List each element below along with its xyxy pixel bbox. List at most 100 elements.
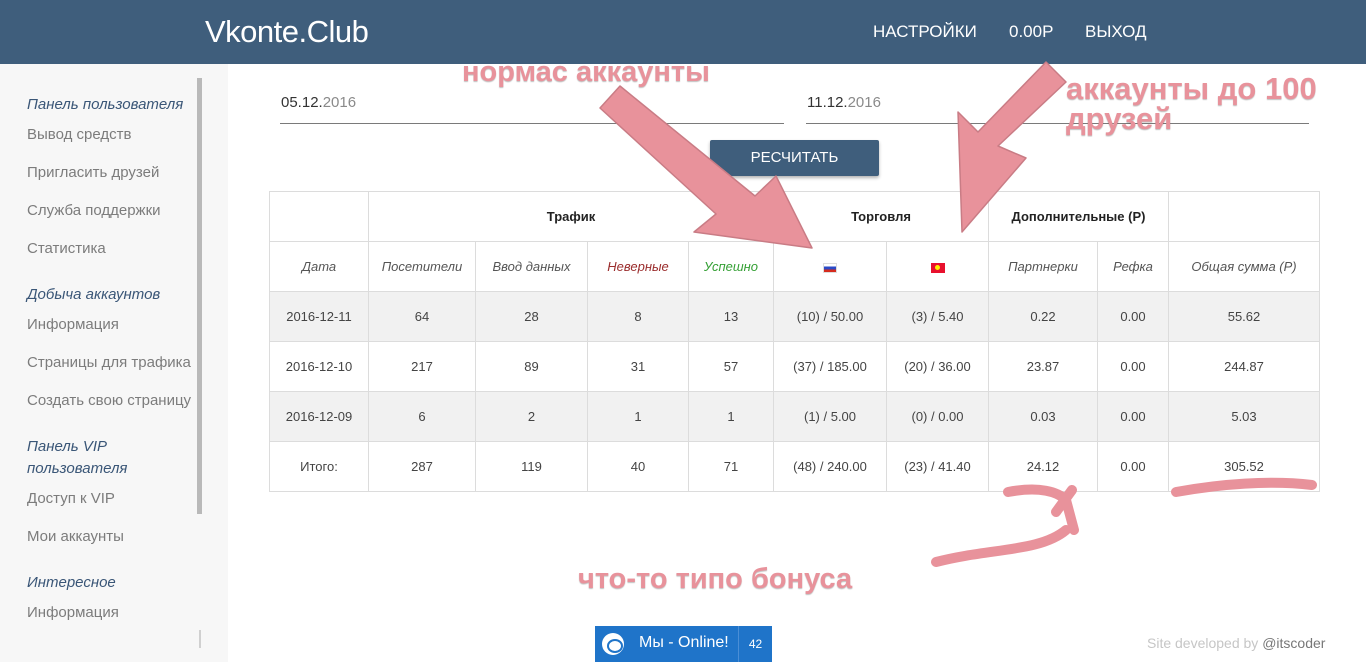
table-row-total: Итого: 287 119 40 71 (48) / 240.00 (23) … bbox=[269, 441, 1320, 492]
cell-referral: 0.00 bbox=[1097, 441, 1169, 492]
sidebar-section-vip-title-2: пользователя bbox=[27, 460, 128, 477]
group-header-extra: Дополнительные (Р) bbox=[988, 191, 1169, 242]
cell-referral: 0.00 bbox=[1097, 291, 1169, 342]
cell-date: 2016-12-10 bbox=[269, 341, 369, 392]
cell-total: 244.87 bbox=[1168, 341, 1320, 392]
cell-kg: (3) / 5.40 bbox=[886, 291, 989, 342]
brand-logo[interactable]: Vkonte.Club bbox=[205, 14, 369, 50]
annotation-note-bonus: что-то типо бонуса bbox=[578, 563, 853, 595]
col-kg bbox=[886, 241, 989, 292]
cell-kg: (20) / 36.00 bbox=[886, 341, 989, 392]
date-to-year: 2016 bbox=[847, 94, 881, 111]
cell-visitors: 287 bbox=[368, 441, 476, 492]
cell-kg: (23) / 41.40 bbox=[886, 441, 989, 492]
cell-total: 5.03 bbox=[1168, 391, 1320, 442]
cell-visitors: 217 bbox=[368, 341, 476, 392]
table-row: 2016-12-10 217 89 31 57 (37) / 185.00 (2… bbox=[269, 341, 1320, 392]
cell-invalid: 31 bbox=[587, 341, 689, 392]
cell-total: 55.62 bbox=[1168, 291, 1320, 342]
col-date: Дата bbox=[269, 241, 369, 292]
cell-invalid: 40 bbox=[587, 441, 689, 492]
russia-flag-icon bbox=[823, 262, 837, 273]
annotation-squiggle-arrow bbox=[931, 484, 1079, 567]
top-navbar: Vkonte.Club НАСТРОЙКИ 0.00Р ВЫХОД bbox=[0, 0, 1366, 64]
stats-table: Трафик Торговля Дополнительные (Р) Дата … bbox=[269, 191, 1320, 492]
cell-success: 13 bbox=[688, 291, 774, 342]
table-row: 2016-12-09 6 2 1 1 (1) / 5.00 (0) / 0.00… bbox=[269, 391, 1320, 442]
cell-visitors: 6 bbox=[368, 391, 476, 442]
cell-partners: 0.03 bbox=[988, 391, 1098, 442]
cell-partners: 24.12 bbox=[988, 441, 1098, 492]
cell-data-input: 89 bbox=[475, 341, 588, 392]
cell-success: 57 bbox=[688, 341, 774, 392]
cell-date: 2016-12-09 bbox=[269, 391, 369, 442]
cell-partners: 23.87 bbox=[988, 341, 1098, 392]
cell-ru: (10) / 50.00 bbox=[773, 291, 887, 342]
sidebar-scrollbar[interactable] bbox=[197, 78, 202, 514]
footer-credit: Site developed by @itscoder bbox=[1147, 635, 1325, 651]
annotation-note-good-accounts: нормас аккаунты bbox=[462, 56, 710, 88]
cell-success: 71 bbox=[688, 441, 774, 492]
sidebar-item-info[interactable]: Информация bbox=[27, 316, 119, 333]
col-total: Общая сумма (Р) bbox=[1168, 241, 1320, 292]
nav-balance-link[interactable]: 0.00Р bbox=[1009, 22, 1053, 42]
sidebar-item-invite-friends[interactable]: Пригласить друзей bbox=[27, 164, 159, 181]
credit-prefix: Site developed by bbox=[1147, 635, 1263, 651]
annotation-note-accounts-100: аккаунты до 100 друзей bbox=[1066, 71, 1317, 136]
cell-ru: (1) / 5.00 bbox=[773, 391, 887, 442]
cell-data-input: 119 bbox=[475, 441, 588, 492]
col-referral: Рефка bbox=[1097, 241, 1169, 292]
col-visitors: Посетители bbox=[368, 241, 476, 292]
cell-data-input: 2 bbox=[475, 391, 588, 442]
credit-author-link[interactable]: @itscoder bbox=[1262, 635, 1325, 651]
col-partners: Партнерки bbox=[988, 241, 1098, 292]
sidebar-item-interesting-info[interactable]: Информация bbox=[27, 604, 119, 621]
sidebar-item-withdraw[interactable]: Вывод средств bbox=[27, 126, 131, 143]
sidebar-item-support[interactable]: Служба поддержки bbox=[27, 202, 161, 219]
sidebar-item-statistics[interactable]: Статистика bbox=[27, 240, 106, 257]
sidebar-section-interesting: Интересное bbox=[27, 574, 116, 591]
cell-date: Итого: bbox=[269, 441, 369, 492]
kyrgyzstan-flag-icon bbox=[930, 262, 945, 273]
annotation-note-accounts-100-line2: друзей bbox=[1066, 101, 1173, 136]
date-to-daymonth: 11.12. bbox=[807, 94, 848, 111]
sidebar-section-accounts: Добыча аккаунтов bbox=[27, 286, 161, 303]
cell-kg: (0) / 0.00 bbox=[886, 391, 989, 442]
cell-ru: (48) / 240.00 bbox=[773, 441, 887, 492]
col-ru bbox=[773, 241, 887, 292]
cell-data-input: 28 bbox=[475, 291, 588, 342]
date-from-daymonth: 05.12. bbox=[281, 94, 323, 111]
cell-visitors: 64 bbox=[368, 291, 476, 342]
cell-invalid: 8 bbox=[587, 291, 689, 342]
col-data-input: Ввод данных bbox=[475, 241, 588, 292]
group-header-traffic: Трафик bbox=[368, 191, 774, 242]
cell-ru: (37) / 185.00 bbox=[773, 341, 887, 392]
sidebar-item-my-accounts[interactable]: Мои аккаунты bbox=[27, 528, 124, 545]
sidebar-item-create-page[interactable]: Создать свою страницу bbox=[27, 392, 191, 409]
annotation-note-accounts-100-line1: аккаунты до 100 bbox=[1066, 71, 1317, 106]
chat-label: Мы - Online! bbox=[639, 634, 729, 651]
recalculate-button[interactable]: РЕСЧИТАТЬ bbox=[710, 140, 879, 176]
chat-bubble-icon bbox=[602, 633, 624, 655]
sidebar-section-user-panel: Панель пользователя bbox=[27, 96, 184, 113]
chat-count-badge: 42 bbox=[738, 626, 772, 662]
sidebar-item-traffic-pages[interactable]: Страницы для трафика bbox=[27, 354, 191, 371]
cell-date: 2016-12-11 bbox=[269, 291, 369, 342]
cell-partners: 0.22 bbox=[988, 291, 1098, 342]
sidebar-section-vip-title-1: Панель VIP bbox=[27, 438, 108, 455]
cell-invalid: 1 bbox=[587, 391, 689, 442]
cell-success: 1 bbox=[688, 391, 774, 442]
group-header-total-empty bbox=[1168, 191, 1320, 242]
sidebar: Панель пользователя Вывод средств Пригла… bbox=[0, 64, 228, 662]
nav-logout-link[interactable]: ВЫХОД bbox=[1085, 22, 1147, 42]
sidebar-scrollbar-track bbox=[199, 630, 201, 648]
group-header-trade: Торговля bbox=[773, 191, 989, 242]
cell-referral: 0.00 bbox=[1097, 341, 1169, 392]
cell-total: 305.52 bbox=[1168, 441, 1320, 492]
sidebar-item-vip-access[interactable]: Доступ к VIP bbox=[27, 490, 115, 507]
date-from-year: 2016 bbox=[322, 94, 357, 111]
table-column-header-row: Дата Посетители Ввод данных Неверные Усп… bbox=[269, 241, 1320, 292]
nav-settings-link[interactable]: НАСТРОЙКИ bbox=[873, 22, 977, 42]
online-chat-button[interactable]: Мы - Online! 42 bbox=[595, 626, 772, 662]
cell-referral: 0.00 bbox=[1097, 391, 1169, 442]
